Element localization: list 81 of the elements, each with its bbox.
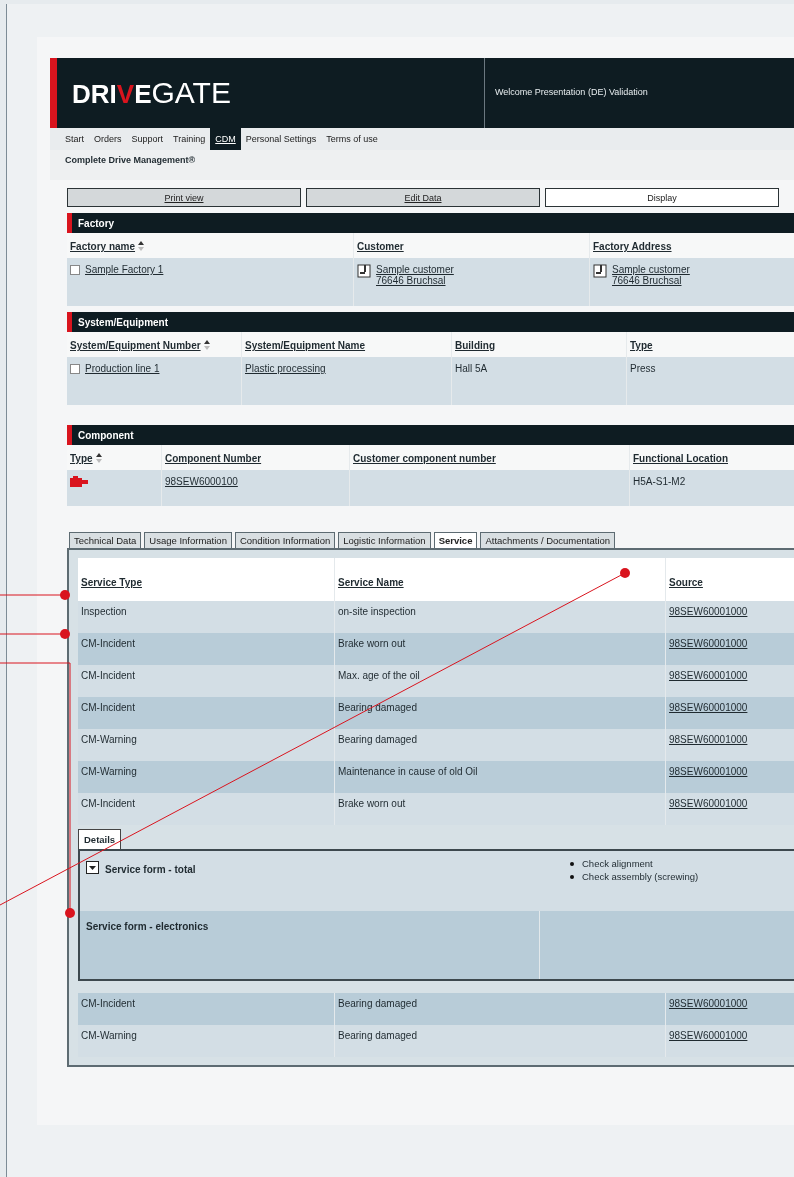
bullet-icon xyxy=(570,874,574,879)
info-tab[interactable]: Attachments / Documentation xyxy=(480,532,616,548)
column-header[interactable]: Customer component number xyxy=(353,453,496,464)
column-header[interactable]: Component Number xyxy=(165,453,262,464)
column-header[interactable]: Functional Location xyxy=(633,453,728,464)
nav-tab[interactable]: Personal Settings xyxy=(240,128,322,150)
section-header: System/Equipment xyxy=(67,312,794,332)
column-header[interactable]: Source xyxy=(666,558,794,601)
motor-icon xyxy=(70,476,88,488)
page-subtitle: Complete Drive Management® xyxy=(50,150,794,180)
column-header[interactable]: Building xyxy=(455,340,495,351)
service-type: CM-Warning xyxy=(78,761,335,793)
card-icon xyxy=(593,264,607,278)
address-link[interactable]: Sample customer xyxy=(612,264,690,275)
action-button[interactable]: Edit Data xyxy=(306,188,540,207)
cell-text: H5A-S1-M2 xyxy=(633,476,686,487)
service-type: CM-Incident xyxy=(78,697,335,729)
service-type: CM-Warning xyxy=(78,729,335,761)
action-button[interactable]: Display xyxy=(545,188,779,207)
address-link[interactable]: 76646 Bruchsal xyxy=(376,275,454,286)
drivegate-logo: DRIVEGATE xyxy=(72,76,231,110)
service-name: on-site inspection xyxy=(335,601,666,633)
sort-icon[interactable] xyxy=(203,340,210,350)
column-header[interactable]: Type xyxy=(70,453,93,464)
nav-tab[interactable]: Terms of use xyxy=(321,128,383,150)
service-name: Bearing damaged xyxy=(335,1025,666,1057)
service-type: CM-Incident xyxy=(78,665,335,697)
column-header[interactable]: Factory name xyxy=(70,241,136,252)
service-type: CM-Incident xyxy=(78,993,335,1025)
nav-tab[interactable]: Support xyxy=(126,128,169,150)
checklist-item: Check assembly (screwing) xyxy=(582,870,699,883)
info-tab[interactable]: Service xyxy=(433,532,478,548)
column-header[interactable]: Service Name xyxy=(335,558,666,601)
service-name: Bearing damaged xyxy=(335,697,666,729)
record-link[interactable]: 98SEW6000100 xyxy=(165,476,238,487)
service-name: Bearing damaged xyxy=(335,729,666,761)
dropdown-icon[interactable] xyxy=(86,861,99,874)
service-type: CM-Incident xyxy=(78,793,335,825)
service-name: Brake worn out xyxy=(335,793,666,825)
checklist-item: Check alignment xyxy=(582,857,653,870)
column-header[interactable]: Customer xyxy=(357,241,404,252)
form-title: Service form - total xyxy=(105,864,196,875)
service-name: Brake worn out xyxy=(335,633,666,665)
column-header[interactable]: Service Type xyxy=(78,558,335,601)
nav-tab[interactable]: CDM xyxy=(210,128,241,150)
column-header[interactable]: System/Equipment Number xyxy=(70,340,201,351)
column-header[interactable]: System/Equipment Name xyxy=(245,340,366,351)
service-type: Inspection xyxy=(78,601,335,633)
column-header[interactable]: Factory Address xyxy=(593,241,672,252)
checkbox[interactable] xyxy=(70,265,80,275)
service-type: CM-Incident xyxy=(78,633,335,665)
record-link[interactable]: Production line 1 xyxy=(85,363,160,374)
bullet-icon xyxy=(570,861,574,866)
info-tab[interactable]: Usage Information xyxy=(144,532,232,548)
address-link[interactable]: Sample customer xyxy=(376,264,454,275)
address-link[interactable]: 76646 Bruchsal xyxy=(612,275,690,286)
cell-text: Press xyxy=(630,363,656,374)
section-header: Factory xyxy=(67,213,794,233)
section-header: Component xyxy=(67,425,794,445)
form-title: Service form - electronics xyxy=(86,921,209,932)
service-name: Bearing damaged xyxy=(335,993,666,1025)
details-tab[interactable]: Details xyxy=(78,829,122,849)
nav-tab[interactable]: Start xyxy=(60,128,89,150)
column-header[interactable]: Type xyxy=(630,340,653,351)
card-icon xyxy=(357,264,371,278)
checkbox[interactable] xyxy=(70,364,80,374)
service-type: CM-Warning xyxy=(78,1025,335,1057)
service-name: Max. age of the oil xyxy=(335,665,666,697)
nav-tab[interactable]: Training xyxy=(168,128,211,150)
cell-text: Hall 5A xyxy=(455,363,488,374)
welcome-text: Welcome Presentation (DE) Validation xyxy=(494,86,648,99)
sort-icon[interactable] xyxy=(138,241,145,251)
service-name: Maintenance in cause of old Oil xyxy=(335,761,666,793)
record-link[interactable]: Plastic processing xyxy=(245,363,326,374)
nav-tab[interactable]: Orders xyxy=(89,128,127,150)
sort-icon[interactable] xyxy=(95,453,102,463)
info-tab[interactable]: Technical Data xyxy=(69,532,142,548)
info-tab[interactable]: Logistic Information xyxy=(338,532,431,548)
action-button[interactable]: Print view xyxy=(67,188,301,207)
record-link[interactable]: Sample Factory 1 xyxy=(85,264,164,275)
info-tab[interactable]: Condition Information xyxy=(234,532,336,548)
